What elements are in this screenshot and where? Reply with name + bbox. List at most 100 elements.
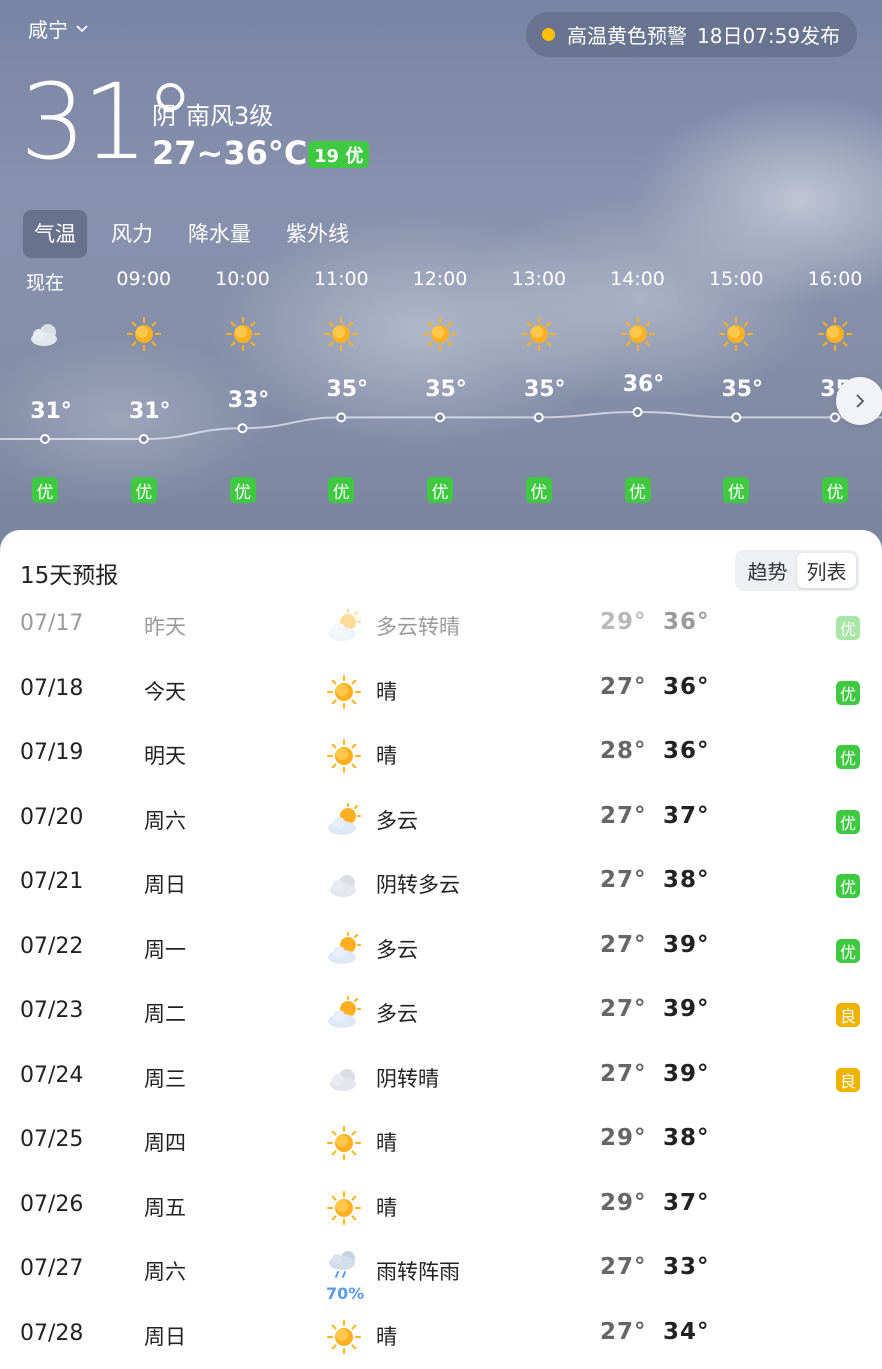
forecast-row[interactable]: 07/25 周四 晴 29° 38° <box>0 1111 882 1175</box>
forecast-high: 36° <box>663 609 710 635</box>
forecast-high: 39° <box>663 1060 710 1087</box>
sun-icon <box>326 1125 362 1161</box>
forecast-weekday: 周日 <box>144 1324 186 1349</box>
forecast-row[interactable]: 07/27 周六 雨转阵雨 27° 33° 70% <box>0 1240 882 1304</box>
forecast-aqi-badge: 优 <box>836 809 860 834</box>
forecast-high: 39° <box>663 931 710 958</box>
forecast-row[interactable]: 07/26 周五 晴 29° 37° <box>0 1176 882 1240</box>
forecast-low: 27° <box>600 673 647 700</box>
cloud-icon <box>326 1061 362 1097</box>
forecast-high: 34° <box>663 1318 710 1345</box>
view-toggle: 趋势 列表 <box>735 550 859 591</box>
toggle-trend[interactable]: 趋势 <box>738 553 797 588</box>
forecast-condition: 多云 <box>376 808 418 833</box>
forecast-low: 29° <box>600 1125 647 1151</box>
sun-icon <box>326 1190 362 1226</box>
forecast-aqi-badge: 优 <box>836 874 860 898</box>
forecast-weekday: 今天 <box>144 679 186 704</box>
forecast-condition: 阴转多云 <box>376 873 460 897</box>
forecast-aqi-badge: 优 <box>836 745 860 769</box>
forecast-aqi-badge: 优 <box>836 680 860 705</box>
forecast-low: 27° <box>600 996 647 1022</box>
forecast-date: 07/19 <box>20 740 84 765</box>
forecast-condition: 雨转阵雨 <box>376 1260 460 1284</box>
forecast-low: 27° <box>600 867 647 893</box>
forecast-weekday: 周五 <box>144 1195 186 1220</box>
forecast-condition: 晴 <box>376 679 397 704</box>
chevron-right-icon <box>856 394 865 408</box>
forecast-low: 29° <box>600 609 647 635</box>
forecast-weekday: 明天 <box>144 744 186 768</box>
forecast-date: 07/28 <box>20 1320 84 1346</box>
temperature-point <box>336 412 347 423</box>
forecast-panel: 15天预报 趋势 列表 07/17 昨天 多云转晴 29° 36° 优 07/18 今天晴 27… <box>0 530 882 1357</box>
forecast-low: 27° <box>600 931 647 958</box>
precipitation-probability: 70% <box>326 1284 365 1303</box>
forecast-weekday: 昨天 <box>144 615 186 639</box>
forecast-high: 37° <box>663 802 710 829</box>
forecast-aqi-badge: 良 <box>836 1003 860 1027</box>
forecast-low: 28° <box>600 738 647 764</box>
forecast-low: 29° <box>600 1189 647 1216</box>
forecast-date: 07/21 <box>20 869 84 894</box>
current-weather-panel: 咸宁 高温黄色预警 18日07:59发布 31° 阴南风3级 27~36°C 1… <box>0 0 882 560</box>
forecast-high: 36° <box>663 673 710 700</box>
forecast-weekday: 周一 <box>144 937 186 962</box>
forecast-low: 27° <box>600 1318 647 1345</box>
forecast-date: 07/27 <box>20 1256 84 1281</box>
forecast-weekday: 周三 <box>144 1066 186 1091</box>
forecast-weekday: 周六 <box>144 1260 186 1284</box>
temperature-point <box>237 423 248 434</box>
temperature-point <box>830 412 840 423</box>
partly-cloudy-icon <box>326 996 362 1032</box>
forecast-high: 37° <box>663 1189 710 1216</box>
forecast-low: 27° <box>600 1254 647 1280</box>
forecast-weekday: 周四 <box>144 1131 186 1155</box>
forecast-low: 27° <box>600 802 647 829</box>
forecast-condition: 晴 <box>376 744 397 768</box>
forecast-row[interactable]: 07/22 周一 多云 27° 39° 优 <box>0 918 882 982</box>
forecast-row[interactable]: 07/18 今天 晴 27° 36° 优 <box>0 660 882 724</box>
forecast-row[interactable]: 07/19 明天 晴 28° 36° 优 <box>0 724 882 788</box>
temperature-curve <box>0 407 882 444</box>
forecast-row[interactable]: 07/20 周六 多云 27° 37° 优 <box>0 789 882 853</box>
partly-cloudy-icon <box>326 609 362 645</box>
forecast-high: 36° <box>663 738 710 764</box>
cloud-icon <box>326 867 362 903</box>
forecast-weekday: 周日 <box>144 873 186 897</box>
forecast-date: 07/25 <box>20 1127 84 1152</box>
temperature-point <box>731 412 742 423</box>
forecast-condition: 多云 <box>376 1002 418 1026</box>
partly-cloudy-icon <box>326 802 362 839</box>
forecast-date: 07/18 <box>20 675 84 701</box>
forecast-high: 38° <box>663 867 710 893</box>
temperature-point <box>138 434 149 444</box>
toggle-list[interactable]: 列表 <box>797 553 856 588</box>
forecast-date: 07/22 <box>20 933 84 959</box>
forecast-condition: 晴 <box>376 1131 397 1155</box>
forecast-high: 39° <box>663 996 710 1022</box>
temperature-point <box>435 412 445 423</box>
forecast-date: 07/23 <box>20 998 84 1023</box>
temperature-point <box>533 412 544 423</box>
forecast-row[interactable]: 07/23 周二 多云 27° 39° 良 <box>0 982 882 1046</box>
forecast-date: 07/26 <box>20 1191 84 1217</box>
sun-icon <box>326 1319 362 1355</box>
forecast-condition: 阴转晴 <box>376 1066 439 1091</box>
forecast-weekday: 周二 <box>144 1002 186 1026</box>
forecast-date: 07/17 <box>20 611 84 636</box>
forecast-aqi-badge: 良 <box>836 1067 860 1092</box>
sun-icon <box>326 738 362 774</box>
hourly-next-button[interactable] <box>836 377 882 425</box>
forecast-condition: 多云 <box>376 937 418 962</box>
forecast-title: 15天预报 <box>20 563 119 589</box>
forecast-row[interactable]: 07/24 周三 阴转晴 27° 39° 良 <box>0 1047 882 1111</box>
forecast-date: 07/24 <box>20 1062 84 1088</box>
forecast-aqi-badge: 优 <box>836 616 860 640</box>
forecast-row[interactable]: 07/17 昨天 多云转晴 29° 36° 优 <box>0 595 882 659</box>
temperature-point <box>632 407 643 417</box>
forecast-condition: 晴 <box>376 1195 397 1220</box>
forecast-row[interactable]: 07/28 周日 晴 27° 34° <box>0 1305 882 1369</box>
forecast-row[interactable]: 07/21 周日 阴转多云 27° 38° 优 <box>0 853 882 917</box>
temperature-point <box>40 434 50 444</box>
